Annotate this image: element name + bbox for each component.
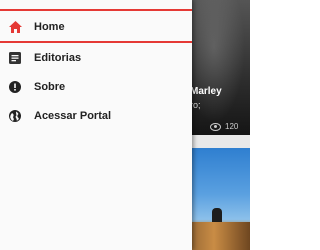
info-icon [8, 80, 22, 94]
photo-rock [190, 222, 250, 250]
article-icon [8, 51, 22, 65]
drawer-accent-line [0, 9, 192, 11]
home-icon [8, 20, 22, 34]
news-card-title: Marley [190, 86, 222, 97]
drawer-item-label: Editorias [34, 51, 82, 64]
drawer-item-label: Home [34, 20, 65, 33]
drawer-item-acessar-portal[interactable]: Acessar Portal [0, 101, 192, 130]
news-card-views: 120 [210, 122, 238, 131]
news-card-dark[interactable]: Marley ro; 120 [190, 0, 250, 135]
globe-icon [8, 109, 22, 123]
navigation-drawer: Home Editorias Sobre Acessar Portal [0, 0, 192, 250]
drawer-item-editorias[interactable]: Editorias [0, 43, 192, 72]
drawer-item-sobre[interactable]: Sobre [0, 72, 192, 101]
news-card-photo[interactable] [190, 148, 250, 250]
card-separator [190, 135, 250, 148]
drawer-item-home[interactable]: Home [0, 12, 192, 43]
drawer-item-label: Sobre [34, 80, 66, 93]
eye-icon [210, 122, 221, 131]
drawer-item-label: Acessar Portal [34, 109, 112, 122]
views-count: 120 [225, 122, 239, 131]
drawer-menu: Home Editorias Sobre Acessar Portal [0, 12, 192, 130]
